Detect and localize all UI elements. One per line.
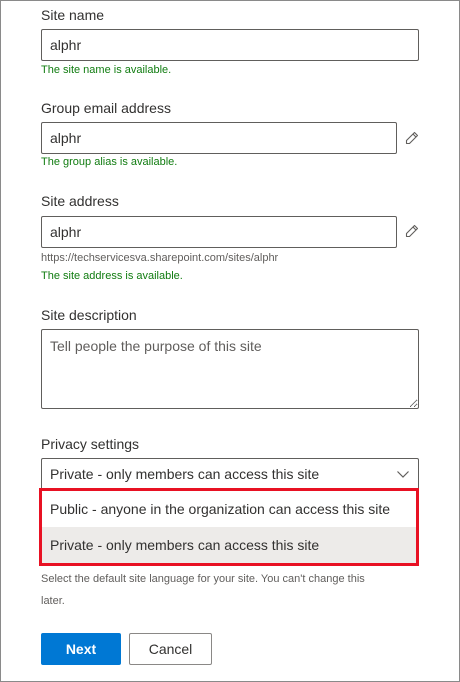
site-description-label: Site description	[41, 307, 137, 323]
language-hint-line1: Select the default site language for you…	[41, 573, 365, 585]
create-site-panel: Site name alphr The site name is availab…	[0, 0, 460, 682]
language-hint-line2: later.	[41, 595, 65, 607]
group-email-edit-button[interactable]	[403, 129, 421, 147]
privacy-options-list: Public - anyone in the organization can …	[39, 488, 419, 566]
site-address-label: Site address	[41, 193, 119, 209]
privacy-option-private[interactable]: Private - only members can access this s…	[42, 527, 416, 563]
privacy-option-public[interactable]: Public - anyone in the organization can …	[42, 491, 416, 527]
group-email-input[interactable]: alphr	[41, 122, 397, 154]
site-address-url: https://techservicesva.sharepoint.com/si…	[41, 252, 279, 264]
privacy-selected-value: Private - only members can access this s…	[50, 466, 320, 482]
pencil-icon	[405, 131, 419, 145]
group-email-label: Group email address	[41, 100, 171, 116]
site-address-edit-button[interactable]	[403, 222, 421, 240]
site-name-input[interactable]: alphr	[41, 29, 419, 61]
privacy-dropdown[interactable]: Private - only members can access this s…	[41, 458, 419, 490]
site-description-textarea[interactable]	[41, 329, 419, 409]
site-address-input[interactable]: alphr	[41, 216, 397, 248]
group-email-status: The group alias is available.	[41, 156, 178, 168]
site-name-status: The site name is available.	[41, 64, 172, 76]
pencil-icon	[405, 224, 419, 238]
privacy-settings-label: Privacy settings	[41, 436, 140, 452]
next-button[interactable]: Next	[41, 633, 121, 665]
chevron-down-icon	[397, 471, 409, 478]
site-address-status: The site address is available.	[41, 270, 183, 282]
site-name-label: Site name	[41, 7, 105, 23]
cancel-button[interactable]: Cancel	[129, 633, 212, 665]
